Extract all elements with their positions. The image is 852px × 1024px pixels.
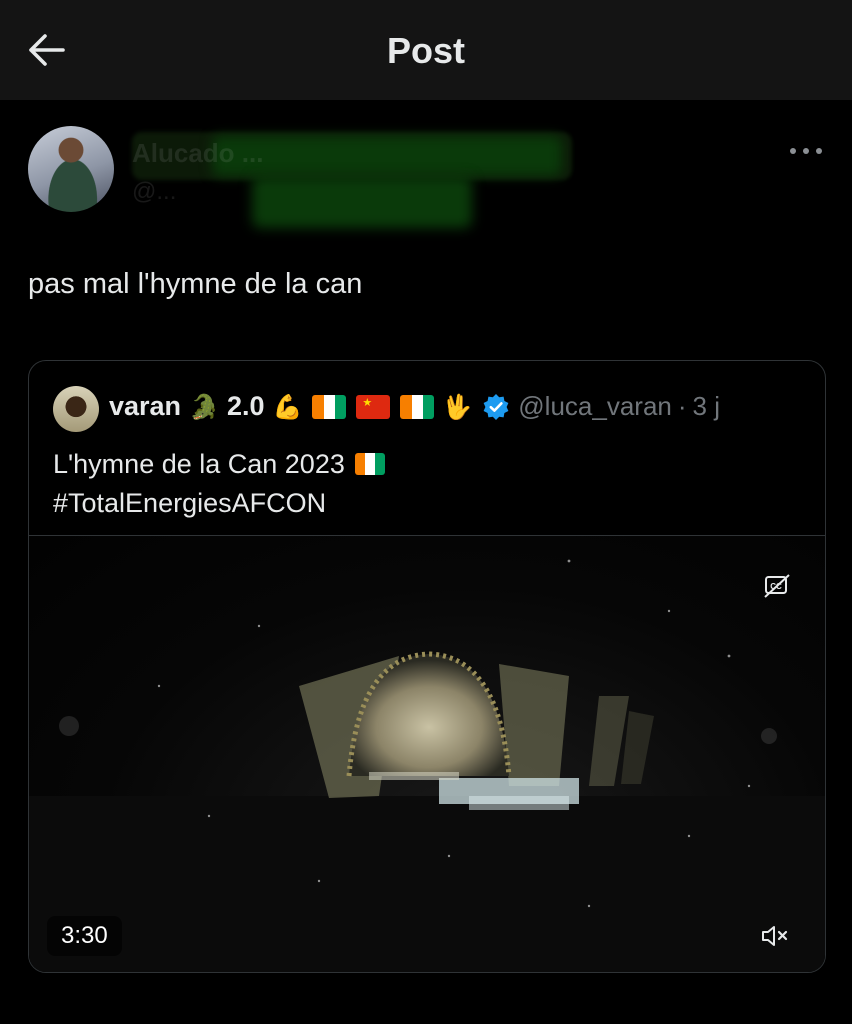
author-name: Alucado ...	[132, 138, 264, 168]
avatar[interactable]	[28, 126, 114, 212]
crocodile-emoji-icon: 🐊	[189, 392, 219, 421]
flexed-biceps-emoji-icon: 💪	[272, 392, 303, 421]
page-title: Post	[386, 30, 465, 71]
video-player[interactable]: CC 3:30	[29, 535, 825, 972]
quoted-post[interactable]: varan 🐊 2.0 💪 🖖 @luca_varan · 3 j L'hymn…	[28, 360, 826, 973]
quoted-author-name[interactable]: varan	[109, 391, 181, 422]
mute-button[interactable]	[753, 914, 797, 958]
quoted-post-text: L'hymne de la Can 2023 #TotalEnergiesAFC…	[53, 445, 385, 523]
quoted-text-line-1: L'hymne de la Can 2023	[53, 449, 345, 479]
quoted-author-version: 2.0	[226, 391, 265, 421]
more-options-button[interactable]	[786, 140, 826, 162]
separator-dot: ·	[677, 391, 687, 421]
captions-button[interactable]: CC	[757, 566, 797, 606]
quoted-post-header: varan 🐊 2.0 💪 🖖 @luca_varan · 3 j	[53, 385, 813, 433]
redacted-author-info[interactable]: Alucado ... @...	[132, 132, 572, 228]
hashtag-link[interactable]: #TotalEnergiesAFCON	[53, 484, 385, 523]
author-handle: @...	[132, 178, 177, 205]
ivory-coast-flag-icon	[400, 394, 435, 419]
china-flag-icon	[356, 394, 391, 419]
video-duration: 3:30	[47, 916, 122, 956]
top-bar: Post	[0, 0, 852, 100]
quoted-avatar[interactable]	[53, 386, 99, 432]
post-time[interactable]: 3 j	[693, 391, 720, 422]
ivory-coast-flag-icon	[354, 453, 385, 475]
post-text: pas mal l'hymne de la can	[28, 268, 363, 300]
volume-muted-icon	[762, 926, 788, 946]
video-frame-stage	[29, 559, 825, 972]
quoted-author-handle[interactable]: @luca_varan	[518, 391, 672, 422]
closed-captions-off-icon: CC	[764, 574, 790, 598]
ivory-coast-flag-icon	[312, 394, 347, 419]
post-author: Alucado ... @...	[26, 124, 826, 228]
more-horizontal-icon	[790, 148, 796, 154]
vulcan-salute-emoji-icon: 🖖	[442, 392, 473, 421]
verified-badge-icon	[482, 393, 510, 421]
